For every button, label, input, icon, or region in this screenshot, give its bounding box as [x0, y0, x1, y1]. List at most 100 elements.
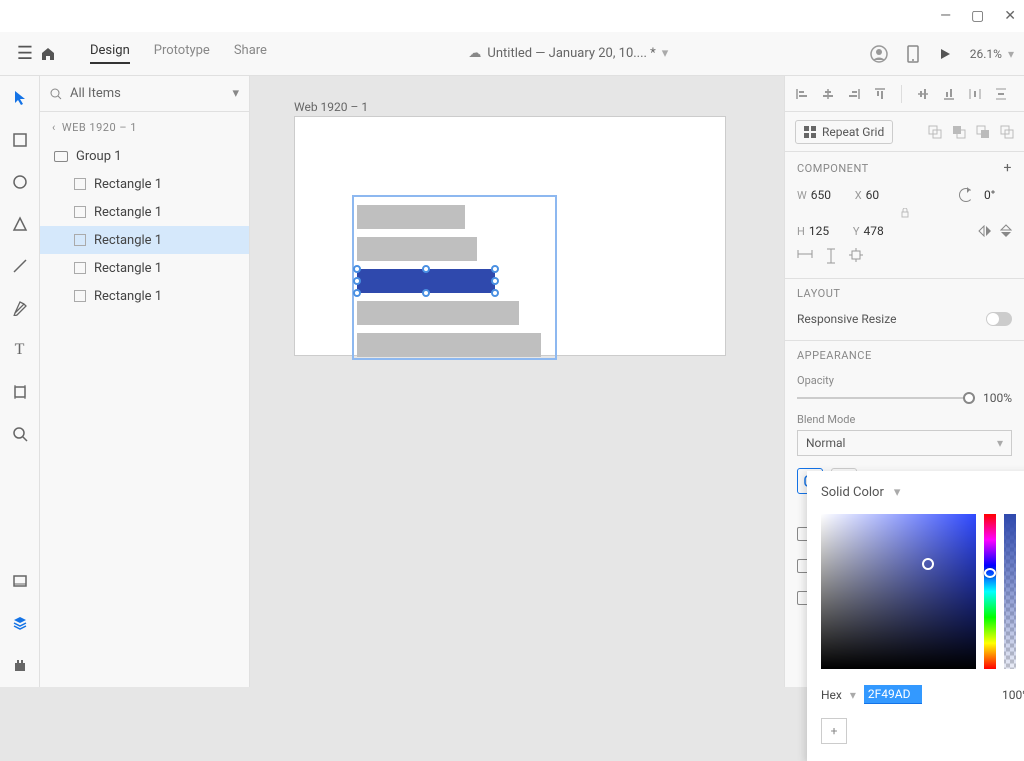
- align-right-icon[interactable]: [847, 87, 861, 101]
- align-left-icon[interactable]: [795, 87, 809, 101]
- responsive-resize-toggle[interactable]: [986, 312, 1012, 326]
- window-minimize-button[interactable]: —: [940, 8, 951, 24]
- add-swatch-button[interactable]: +: [821, 718, 847, 744]
- exclude-boolean-icon[interactable]: [1000, 125, 1014, 139]
- text-tool[interactable]: T: [8, 338, 32, 362]
- opacity-slider[interactable]: [797, 397, 975, 399]
- intersect-boolean-icon[interactable]: [976, 125, 990, 139]
- distribute-h-icon[interactable]: [968, 87, 982, 101]
- opacity-slider-handle[interactable]: [963, 392, 975, 404]
- width-field[interactable]: W650: [797, 188, 839, 202]
- device-preview-icon[interactable]: [906, 45, 920, 63]
- distribute-v-icon[interactable]: [994, 87, 1008, 101]
- resize-handle[interactable]: [491, 289, 499, 297]
- layers-filter[interactable]: All Items ▾: [40, 76, 249, 112]
- artboard-tool[interactable]: [8, 380, 32, 404]
- resize-handle[interactable]: [422, 289, 430, 297]
- resize-handle[interactable]: [353, 265, 361, 273]
- rectangle-icon: [74, 178, 86, 190]
- flip-horizontal-icon[interactable]: [978, 225, 992, 237]
- layers-panel-button[interactable]: [8, 611, 32, 635]
- rectangle-tool[interactable]: [8, 128, 32, 152]
- add-component-button[interactable]: +: [1004, 160, 1012, 176]
- color-field[interactable]: [821, 514, 976, 669]
- subtract-boolean-icon[interactable]: [952, 125, 966, 139]
- window-close-button[interactable]: ✕: [1004, 8, 1016, 24]
- rectangle-icon: [74, 290, 86, 302]
- chevron-left-icon: ‹: [52, 121, 56, 134]
- x-field[interactable]: X60: [855, 188, 894, 202]
- plugins-panel-button[interactable]: [8, 653, 32, 677]
- document-title[interactable]: ☁ Untitled — January 20, 10.... * ▾: [267, 46, 870, 61]
- repeat-grid-button[interactable]: Repeat Grid: [795, 120, 893, 144]
- layer-item[interactable]: Rectangle 1: [40, 282, 249, 310]
- ellipse-tool[interactable]: [8, 170, 32, 194]
- canvas-rectangle[interactable]: [357, 333, 541, 357]
- blend-mode-select[interactable]: Normal ▾: [797, 430, 1012, 456]
- header-right: 26.1% ▾: [870, 45, 1014, 63]
- window-maximize-button[interactable]: ▢: [971, 8, 984, 24]
- chevron-down-icon: ▾: [997, 436, 1003, 450]
- tab-prototype[interactable]: Prototype: [154, 43, 210, 64]
- add-boolean-icon[interactable]: [928, 125, 942, 139]
- rotation-field[interactable]: 0°: [959, 188, 1012, 202]
- zoom-tool[interactable]: [8, 422, 32, 446]
- chevron-down-icon: ▾: [850, 688, 856, 702]
- layer-item[interactable]: Rectangle 1: [40, 198, 249, 226]
- window-titlebar: — ▢ ✕: [0, 0, 1024, 32]
- canvas[interactable]: Web 1920 – 1 Solid Color ▾: [250, 76, 784, 687]
- responsive-resize-row: Responsive Resize: [785, 308, 1024, 330]
- opacity-value[interactable]: 100%: [983, 391, 1012, 405]
- folder-icon: [54, 151, 68, 162]
- cloud-icon: ☁: [468, 46, 481, 61]
- color-opacity-value[interactable]: 100%: [1002, 688, 1024, 702]
- hue-slider[interactable]: [984, 514, 996, 669]
- resize-handle[interactable]: [353, 289, 361, 297]
- tab-share[interactable]: Share: [234, 43, 267, 64]
- repeat-grid-row: Repeat Grid: [785, 112, 1024, 152]
- home-button[interactable]: [40, 47, 70, 61]
- zoom-control[interactable]: 26.1% ▾: [970, 47, 1014, 61]
- layer-item[interactable]: Rectangle 1: [40, 254, 249, 282]
- align-middle-icon[interactable]: [916, 87, 930, 101]
- resize-handle[interactable]: [353, 277, 361, 285]
- layer-group[interactable]: Group 1: [40, 142, 249, 170]
- hamburger-menu-button[interactable]: ☰: [10, 43, 40, 64]
- hue-slider-handle[interactable]: [984, 568, 996, 578]
- resize-handle[interactable]: [491, 277, 499, 285]
- hex-input[interactable]: [864, 685, 922, 704]
- alpha-slider[interactable]: [1004, 514, 1016, 669]
- layer-item[interactable]: Rectangle 1: [40, 226, 249, 254]
- y-field[interactable]: Y478: [853, 224, 892, 238]
- resize-handle[interactable]: [422, 265, 430, 273]
- align-top-icon[interactable]: [873, 87, 887, 101]
- tab-design[interactable]: Design: [90, 43, 130, 64]
- color-field-cursor[interactable]: [922, 558, 934, 570]
- pen-tool[interactable]: [8, 296, 32, 320]
- fix-height-icon[interactable]: [825, 248, 837, 264]
- align-bottom-icon[interactable]: [942, 87, 956, 101]
- lock-aspect-button[interactable]: [785, 206, 1024, 220]
- polygon-tool[interactable]: [8, 212, 32, 236]
- canvas-rectangle[interactable]: [357, 301, 519, 325]
- canvas-rectangle[interactable]: [357, 205, 465, 229]
- canvas-rectangle[interactable]: [357, 237, 477, 261]
- libraries-panel-button[interactable]: [8, 569, 32, 593]
- align-center-h-icon[interactable]: [821, 87, 835, 101]
- fix-width-icon[interactable]: [797, 248, 813, 264]
- user-avatar-icon[interactable]: [870, 45, 888, 63]
- line-tool[interactable]: [8, 254, 32, 278]
- layer-item[interactable]: Rectangle 1: [40, 170, 249, 198]
- flip-vertical-icon[interactable]: [1000, 224, 1012, 238]
- resize-handle[interactable]: [491, 265, 499, 273]
- layer-label: Rectangle 1: [94, 289, 162, 304]
- height-field[interactable]: H125: [797, 224, 837, 238]
- color-format-label[interactable]: Hex: [821, 688, 842, 702]
- color-mode-dropdown[interactable]: Solid Color ▾: [821, 485, 1024, 500]
- select-tool[interactable]: [8, 86, 32, 110]
- breadcrumb[interactable]: ‹ WEB 1920 – 1: [40, 112, 249, 142]
- fix-position-icon[interactable]: [849, 248, 863, 264]
- artboard-label[interactable]: Web 1920 – 1: [294, 100, 368, 114]
- artboard[interactable]: [294, 116, 726, 356]
- play-preview-button[interactable]: [938, 47, 952, 61]
